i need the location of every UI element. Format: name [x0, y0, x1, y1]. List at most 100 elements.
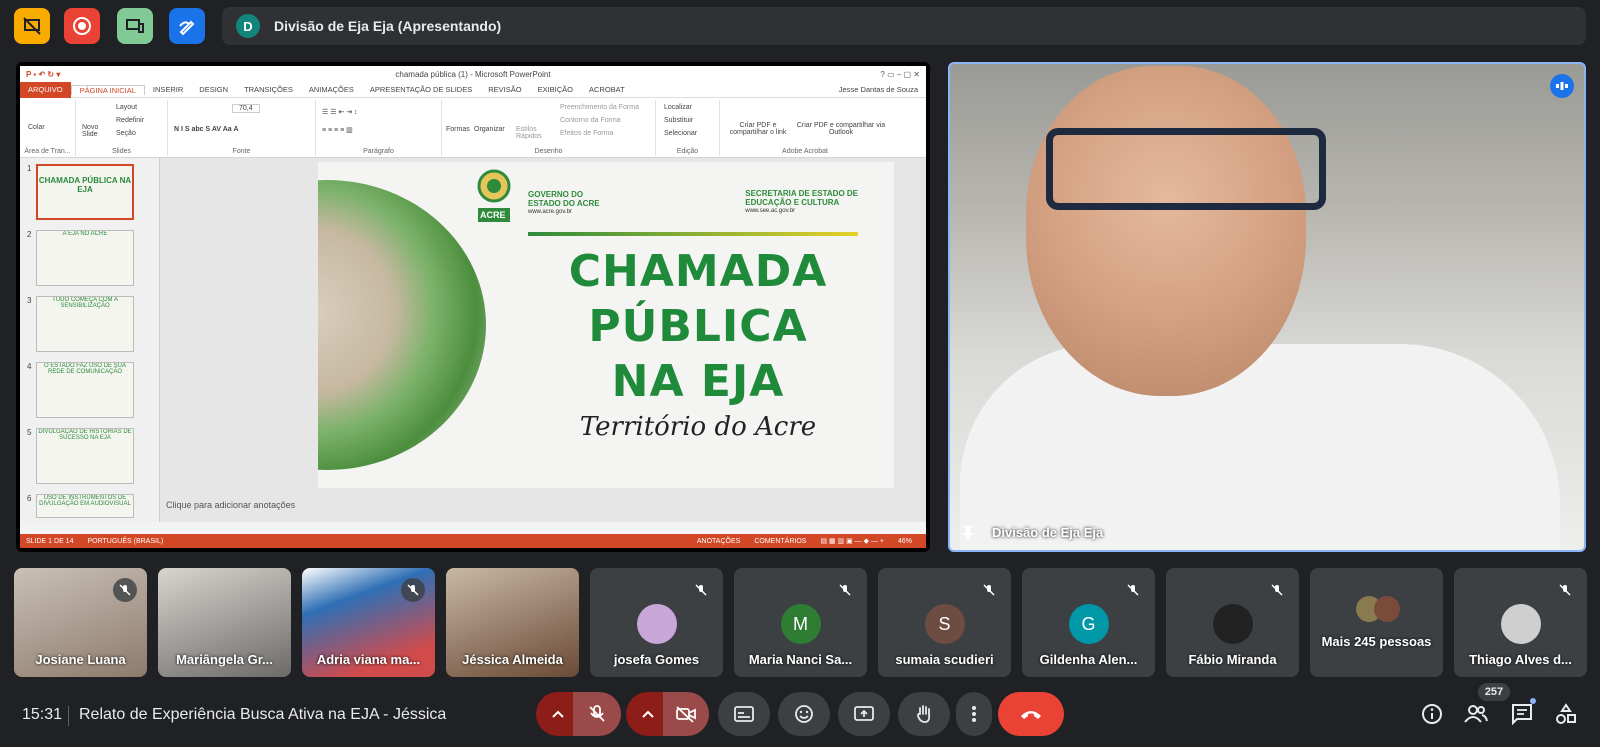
camera-toggle-button[interactable]	[663, 692, 709, 736]
thumb-number: 6	[27, 494, 32, 503]
activities-icon	[1556, 703, 1576, 724]
powerpoint-window: P ▪ ↶ ↻ ▾ chamada pública (1) - Microsof…	[20, 66, 926, 548]
recording-button[interactable]	[64, 8, 100, 44]
participant-name: josefa Gomes	[613, 652, 700, 667]
participant-name: Josiane Luana	[35, 652, 126, 667]
mic-off-icon	[1121, 578, 1145, 602]
tab-revisao[interactable]: REVISÃO	[480, 85, 529, 94]
language-status[interactable]: PORTUGUÊS (BRASIL)	[87, 538, 163, 545]
new-slide-button[interactable]: Novo Slide	[82, 124, 110, 138]
paste-button[interactable]: Colar	[28, 124, 45, 131]
group-editing: Localizar Substituir Selecionar Edição	[656, 100, 720, 156]
participant-tile[interactable]: Josiane Luana	[14, 568, 147, 677]
shape-fill-button[interactable]: Preenchimento da Forma	[560, 104, 639, 111]
mic-off-icon	[689, 578, 713, 602]
participant-tile[interactable]: Thiago Alves d...	[1454, 568, 1587, 677]
featured-camera-tile[interactable]: Divisão de Eja Eja	[948, 62, 1586, 552]
participant-name: Gildenha Alen...	[1039, 652, 1138, 667]
shape-effects-button[interactable]: Efeitos de Forma	[560, 130, 613, 137]
meeting-info-button[interactable]	[1414, 696, 1450, 732]
gov-line2: ESTADO DO ACRE	[528, 199, 600, 208]
tab-animacoes[interactable]: ANIMAÇÕES	[301, 85, 362, 94]
align-buttons[interactable]: ≡ ≡ ≡ ≡ ▥	[322, 126, 353, 134]
find-button[interactable]: Localizar	[664, 104, 692, 111]
stop-presenting-button[interactable]	[14, 8, 50, 44]
slide-thumbnail[interactable]: CHAMADA PÚBLICA NA EJA	[36, 164, 134, 220]
emoji-icon	[795, 705, 813, 723]
slide-thumbnail[interactable]: O ESTADO FAZ USO DE SUA REDE DE COMUNICA…	[36, 362, 134, 418]
group-drawing: Formas Organizar Estilos Rápidos Preench…	[442, 100, 656, 156]
shapes-button[interactable]: Formas	[446, 126, 470, 133]
camera-person-glasses	[1046, 128, 1326, 210]
mic-toggle-button[interactable]	[573, 692, 621, 736]
ppt-status-bar: SLIDE 1 DE 14 PORTUGUÊS (BRASIL) ANOTAÇÕ…	[20, 534, 926, 548]
slide-subtitle: Território do Acre	[579, 412, 817, 442]
reactions-button[interactable]	[778, 692, 830, 736]
zoom-level[interactable]: 46%	[898, 538, 912, 545]
tab-inserir[interactable]: INSERIR	[145, 85, 191, 94]
whiteboard-button[interactable]	[169, 8, 205, 44]
section-button[interactable]: Seção	[116, 130, 136, 137]
group-label: Slides	[111, 148, 132, 155]
tab-acrobat[interactable]: ACROBAT	[581, 85, 633, 94]
select-button[interactable]: Selecionar	[664, 130, 697, 137]
slide-thumbnail[interactable]: TUDO COMEÇA COM A SENSIBILIZAÇÃO	[36, 296, 134, 352]
layout-button[interactable]: Layout	[116, 104, 137, 111]
raise-hand-button[interactable]	[898, 692, 950, 736]
chevron-up-icon	[642, 710, 654, 718]
tab-apresentacao[interactable]: APRESENTAÇÃO DE SLIDES	[362, 85, 480, 94]
notes-field[interactable]: Clique para adicionar anotações	[166, 500, 295, 510]
captions-button[interactable]	[718, 692, 770, 736]
participant-name: Thiago Alves d...	[1469, 652, 1572, 667]
group-label: Edição	[676, 148, 699, 155]
participant-tile[interactable]: Jéssica Almeida	[446, 568, 579, 677]
notes-toggle[interactable]: ANOTAÇÕES	[697, 538, 740, 545]
slide-counter: SLIDE 1 DE 14	[26, 537, 74, 545]
leave-call-button[interactable]	[998, 692, 1064, 736]
pin-icon[interactable]	[960, 524, 976, 540]
shape-outline-button[interactable]: Contorno da Forma	[560, 117, 621, 124]
participant-tile[interactable]: M Maria Nanci Sa...	[734, 568, 867, 677]
thumb-number: 5	[27, 428, 32, 437]
participant-tile[interactable]: Fábio Miranda	[1166, 568, 1299, 677]
participant-tile[interactable]: G Gildenha Alen...	[1022, 568, 1155, 677]
reset-button[interactable]: Redefinir	[116, 117, 144, 124]
present-screen-button[interactable]	[838, 692, 890, 736]
participant-avatar: S	[924, 604, 965, 644]
pdf-link-button[interactable]: Criar PDF e compartilhar o link	[724, 122, 792, 136]
tab-exibicao[interactable]: EXIBIÇÃO	[530, 85, 581, 94]
window-controls[interactable]: ? ▭ – ▢ ✕	[880, 70, 920, 79]
list-buttons[interactable]: ☰ ☰ ⇤ ⇥ ↕	[322, 108, 358, 116]
people-button[interactable]	[1458, 696, 1494, 732]
replace-button[interactable]: Substituir	[664, 117, 693, 124]
sec-url: www.see.ac.gov.br	[745, 208, 796, 214]
tab-arquivo[interactable]: ARQUIVO	[20, 81, 71, 98]
tab-design[interactable]: DESIGN	[191, 85, 236, 94]
comments-toggle[interactable]: COMENTÁRIOS	[754, 538, 806, 545]
slide-thumbnail[interactable]: USO DE INSTRUMENTOS DE DIVULGAÇÃO EM AUD…	[36, 494, 134, 518]
more-options-button[interactable]	[956, 692, 992, 736]
companion-mode-button[interactable]	[117, 8, 153, 44]
tab-pagina-inicial[interactable]: PÁGINA INICIAL	[70, 84, 145, 95]
tab-transicoes[interactable]: TRANSIÇÕES	[236, 85, 301, 94]
slide-thumbnail[interactable]: A EJA NO ACRE	[36, 230, 134, 286]
more-participants-tile[interactable]: Mais 245 pessoas	[1310, 568, 1443, 677]
quick-styles-button[interactable]: Estilos Rápidos	[516, 126, 550, 140]
pdf-outlook-button[interactable]: Criar PDF e compartilhar via Outlook	[796, 122, 886, 136]
participant-tile[interactable]: josefa Gomes	[590, 568, 723, 677]
chat-button[interactable]	[1504, 696, 1540, 732]
view-buttons[interactable]: ▤ ▦ ▥ ▣ — ◆ — +	[820, 537, 884, 545]
activities-button[interactable]	[1548, 696, 1584, 732]
participant-tile[interactable]: Adria viana ma...	[302, 568, 435, 677]
arrange-button[interactable]: Organizar	[474, 126, 505, 133]
participant-name: Mariângela Gr...	[176, 652, 273, 667]
font-format-buttons[interactable]: N I S abc S AV Aa A	[174, 126, 238, 133]
mic-off-icon	[1265, 578, 1289, 602]
presenter-chip[interactable]: D Divisão de Eja Eja (Apresentando)	[222, 7, 1586, 45]
font-size-field[interactable]: 70,4	[232, 104, 260, 113]
participant-tile[interactable]: S sumaia scudieri	[878, 568, 1011, 677]
gov-header: GOVERNO DO ESTADO DO ACRE www.acre.gov.b…	[528, 190, 600, 217]
slide-thumbnail[interactable]: DIVULGAÇÃO DE HISTÓRIAS DE SUCESSO NA EJ…	[36, 428, 134, 484]
title-line1: CHAMADA	[568, 246, 828, 297]
participant-tile[interactable]: Mariângela Gr...	[158, 568, 291, 677]
